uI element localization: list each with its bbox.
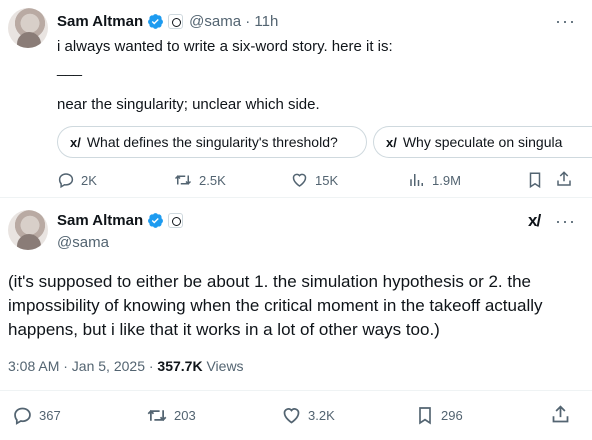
heart-icon bbox=[292, 173, 307, 187]
reply-count: 367 bbox=[39, 408, 61, 423]
like-count: 3.2K bbox=[308, 408, 335, 423]
reply-icon bbox=[58, 173, 74, 189]
bookmark-icon bbox=[529, 172, 541, 189]
views-button[interactable]: 1.9M bbox=[408, 171, 461, 189]
tweet1-header: Sam Altman @sama · 11h bbox=[57, 11, 278, 31]
tweet2-body-line2: impossibility of knowing when the critic… bbox=[8, 296, 543, 315]
tweet1-text-line2: ___ bbox=[57, 60, 83, 77]
verified-badge-icon bbox=[148, 13, 164, 29]
avatar[interactable] bbox=[8, 210, 48, 250]
retweet-icon bbox=[147, 409, 167, 422]
grok-chip-label: Why speculate on singula bbox=[402, 134, 563, 150]
bookmark-icon bbox=[419, 407, 431, 425]
grok-icon: x/ bbox=[70, 134, 81, 150]
tweet2-header: Sam Altman bbox=[57, 212, 184, 229]
like-button[interactable]: 3.2K bbox=[281, 405, 335, 426]
verified-badge-icon bbox=[148, 213, 164, 228]
handle[interactable]: @sama bbox=[57, 234, 109, 251]
reply-button[interactable]: 2K bbox=[57, 171, 97, 189]
handle-and-time[interactable]: @sama · 11h bbox=[189, 13, 278, 30]
grok-suggestion-chip[interactable]: x/ Why speculate on singula bbox=[373, 126, 592, 158]
reply-count: 2K bbox=[81, 172, 97, 188]
heart-icon bbox=[283, 408, 300, 424]
share-icon bbox=[557, 171, 571, 186]
divider bbox=[0, 390, 592, 391]
tweet1-text-line3: near the singularity; unclear which side… bbox=[57, 96, 320, 113]
retweet-count: 2.5K bbox=[199, 172, 226, 188]
affiliation-badge-icon[interactable] bbox=[168, 213, 184, 228]
tweet1-text-line1: i always wanted to write a six-word stor… bbox=[57, 38, 393, 55]
views-count: 1.9M bbox=[432, 172, 461, 188]
timestamp[interactable]: 3:08 AM · Jan 5, 2025 · bbox=[8, 358, 157, 374]
retweet-icon bbox=[174, 175, 192, 185]
views-icon bbox=[410, 174, 423, 186]
author-name[interactable]: Sam Altman bbox=[57, 13, 143, 30]
tweet2-body: (it's supposed to either be about 1. the… bbox=[8, 270, 543, 342]
views-label: Views bbox=[202, 358, 244, 374]
grok-icon[interactable]: x/ bbox=[528, 211, 541, 231]
share-button[interactable] bbox=[550, 404, 571, 430]
share-icon bbox=[552, 405, 569, 423]
author-name[interactable]: Sam Altman bbox=[57, 212, 143, 229]
retweet-button[interactable]: 203 bbox=[146, 405, 196, 426]
bookmark-count: 296 bbox=[441, 408, 463, 423]
grok-chip-label: What defines the singularity's threshold… bbox=[86, 134, 338, 150]
reply-button[interactable]: 367 bbox=[12, 405, 61, 426]
divider bbox=[0, 197, 592, 198]
tweet2-body-line3: happens, but i like that it works in a l… bbox=[8, 320, 440, 339]
retweet-button[interactable]: 2.5K bbox=[173, 171, 226, 189]
views-count: 357.7K bbox=[157, 358, 203, 374]
affiliation-badge-icon[interactable] bbox=[168, 13, 184, 29]
reply-icon bbox=[14, 407, 31, 425]
bookmark-button[interactable] bbox=[526, 171, 544, 194]
more-options-icon[interactable]: ··· bbox=[555, 12, 576, 30]
like-count: 15K bbox=[315, 172, 339, 188]
bookmark-button[interactable]: 296 bbox=[415, 405, 463, 426]
tweet2-body-line1: (it's supposed to either be about 1. the… bbox=[8, 272, 532, 291]
share-button[interactable] bbox=[555, 170, 573, 193]
like-button[interactable]: 15K bbox=[290, 171, 338, 189]
more-options-icon[interactable]: ··· bbox=[555, 212, 576, 230]
grok-suggestion-chip[interactable]: x/ What defines the singularity's thresh… bbox=[57, 126, 367, 158]
retweet-count: 203 bbox=[174, 408, 196, 423]
grok-icon: x/ bbox=[386, 134, 397, 150]
timestamp-line: 3:08 AM · Jan 5, 2025 · 357.7K Views bbox=[8, 358, 244, 374]
avatar[interactable] bbox=[8, 8, 48, 48]
